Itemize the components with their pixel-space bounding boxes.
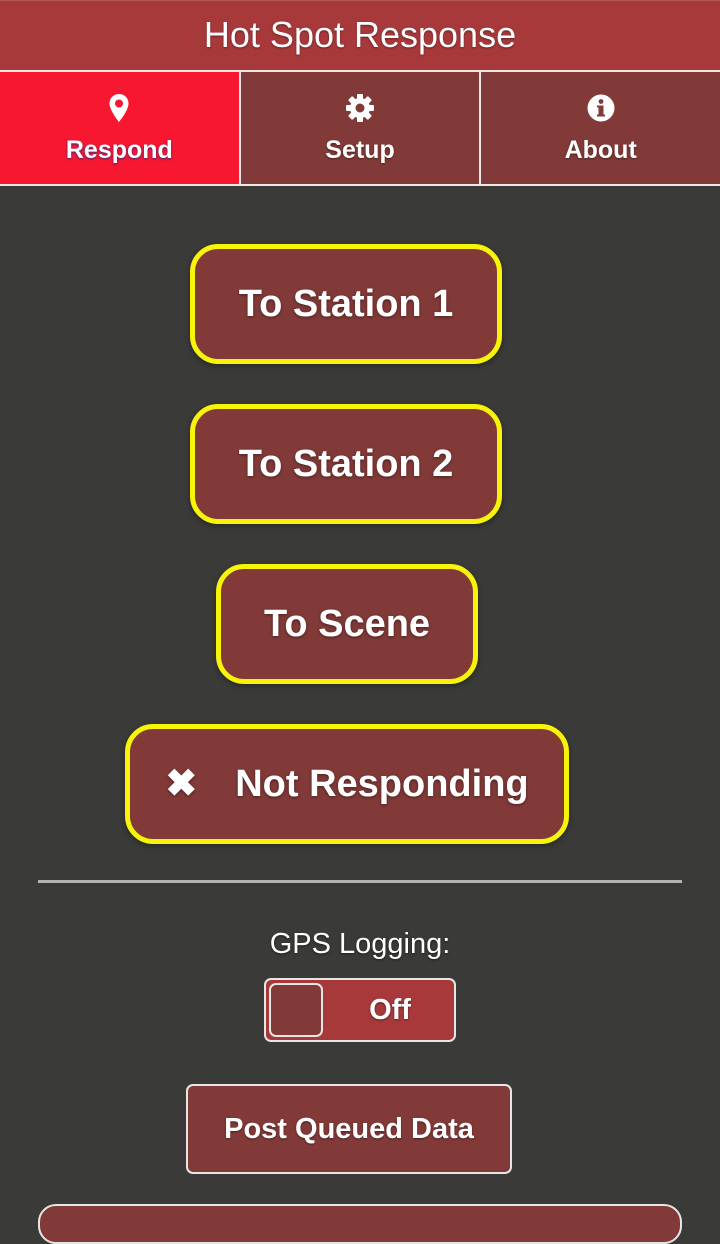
to-station-2-button[interactable]: To Station 2	[190, 404, 502, 524]
to-scene-label: To Scene	[263, 602, 431, 645]
to-scene-button[interactable]: To Scene	[216, 564, 478, 684]
post-queued-data-button[interactable]: Post Queued Data	[186, 1084, 512, 1174]
tab-bar: Respond Setup About	[0, 70, 720, 186]
tab-respond-label: Respond	[65, 136, 173, 164]
to-station-1-label: To Station 1	[238, 282, 454, 325]
bottom-button-partial[interactable]	[38, 1204, 682, 1244]
gps-logging-toggle[interactable]: Off	[264, 978, 456, 1042]
tab-about[interactable]: About	[481, 72, 720, 184]
section-divider	[38, 880, 682, 883]
to-station-1-button[interactable]: To Station 1	[190, 244, 502, 364]
gear-icon	[345, 92, 375, 124]
post-queued-data-label: Post Queued Data	[224, 1112, 474, 1145]
close-icon: ✖	[165, 763, 198, 805]
tab-respond[interactable]: Respond	[0, 72, 241, 184]
tab-setup[interactable]: Setup	[240, 72, 482, 184]
app-title: Hot Spot Response	[0, 0, 720, 70]
not-responding-label: Not Responding	[235, 762, 529, 805]
to-station-2-label: To Station 2	[238, 442, 454, 485]
toggle-knob[interactable]	[269, 983, 323, 1037]
not-responding-button[interactable]: ✖ Not Responding	[125, 724, 569, 844]
map-pin-icon	[104, 92, 134, 124]
toggle-state-label: Off	[369, 994, 411, 1026]
info-icon	[586, 92, 616, 124]
gps-logging-label: GPS Logging:	[269, 928, 451, 960]
tab-about-label: About	[564, 136, 637, 164]
tab-setup-label: Setup	[325, 136, 395, 164]
